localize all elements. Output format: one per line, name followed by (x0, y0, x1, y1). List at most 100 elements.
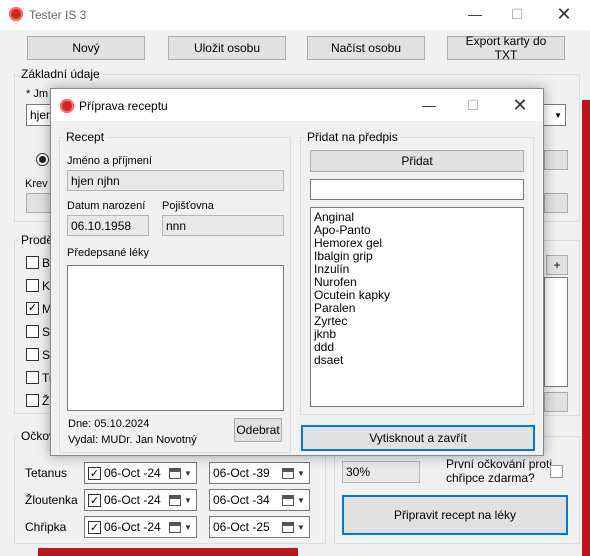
date-checkbox[interactable]: ✓ (88, 466, 101, 480)
calendar-icon (282, 467, 294, 479)
close-icon[interactable]: ✕ (553, 3, 575, 25)
vaccine-date-picker[interactable]: ✓ 06-Oct -24 ▼ (84, 462, 197, 484)
patient-name-field[interactable]: hjen njhn (67, 170, 284, 191)
calendar-icon (169, 521, 181, 533)
disease-checkbox[interactable] (26, 279, 39, 292)
prepare-recipe-button[interactable]: Připravit recept na léky (342, 495, 568, 535)
vaccine-next-date-value: 06-Oct -34 (213, 493, 270, 507)
birth-date-field[interactable]: 06.10.1958 (67, 215, 149, 236)
radio-button[interactable] (36, 153, 49, 166)
calendar-icon (282, 521, 294, 533)
disease-label: Ž (42, 394, 50, 408)
chevron-down-icon: ▼ (297, 495, 305, 505)
vaccine-date-value: 06-Oct -24 (104, 466, 161, 480)
list-item[interactable]: ddd (314, 340, 334, 354)
insurance-field[interactable]: nnn (162, 215, 284, 236)
print-close-button[interactable]: Vytisknout a zavřít (301, 425, 535, 451)
list-item[interactable]: Nurofen (314, 275, 357, 289)
vaccine-date-value: 06-Oct -24 (104, 520, 161, 534)
prescribed-drugs-list[interactable] (67, 265, 284, 411)
minimize-icon[interactable]: — (462, 4, 488, 24)
basic-info-group-title: Základní údaje (18, 67, 103, 81)
right-list[interactable] (544, 277, 568, 387)
right-button-3[interactable] (544, 392, 568, 412)
list-item[interactable]: jknb (314, 327, 336, 341)
add-drug-button[interactable]: Přidat (310, 150, 524, 172)
disease-checkbox[interactable] (26, 256, 39, 269)
chevron-down-icon: ▼ (297, 468, 305, 478)
vaccine-name: Žloutenka (25, 493, 78, 507)
calendar-icon (169, 467, 181, 479)
vaccine-date-picker[interactable]: ✓ 06-Oct -24 ▼ (84, 489, 197, 511)
list-item[interactable]: Inzulín (314, 262, 349, 276)
vaccine-date-picker[interactable]: ✓ 06-Oct -24 ▼ (84, 516, 197, 538)
chevron-down-icon: ▼ (184, 522, 192, 532)
disease-checkbox[interactable] (26, 348, 39, 361)
new-button[interactable]: Nový (27, 36, 145, 60)
main-window-title: Tester IS 3 (29, 8, 87, 22)
check-mark-icon: ✓ (89, 494, 100, 507)
bottom-accent-bar (38, 548, 298, 556)
maximize-icon[interactable]: ☐ (507, 4, 527, 24)
vaccine-name: Tetanus (25, 466, 68, 480)
dialog-minimize-icon[interactable]: — (417, 95, 441, 115)
date-checkbox[interactable]: ✓ (88, 493, 101, 507)
list-item[interactable]: Ocutein kapky (314, 288, 390, 302)
vaccine-next-date-value: 06-Oct -25 (213, 520, 270, 534)
dialog-app-icon (60, 99, 74, 113)
add-plus-button[interactable]: + (546, 255, 568, 275)
add-group-title: Přidat na předpis (304, 130, 401, 144)
right-button-2[interactable] (544, 193, 568, 213)
remove-drug-button[interactable]: Odebrat (234, 418, 282, 442)
disease-checkbox[interactable] (26, 371, 39, 384)
vaccine-next-date-picker[interactable]: 06-Oct -25 ▼ (209, 516, 310, 538)
list-item[interactable]: Anginal (314, 210, 354, 224)
calendar-icon (282, 494, 294, 506)
date-checkbox[interactable]: ✓ (88, 520, 101, 534)
check-mark-icon: ✓ (89, 467, 100, 480)
name-label: * Jm (26, 88, 48, 100)
export-card-button[interactable]: Export karty do TXT (447, 34, 565, 62)
blood-label: Krev (25, 178, 48, 190)
vaccine-next-date-picker[interactable]: 06-Oct -34 ▼ (209, 489, 310, 511)
vaccine-name: Chřipka (25, 520, 67, 534)
disease-checkbox[interactable]: ✓ (26, 302, 39, 315)
list-item[interactable]: Zyrtec (314, 314, 347, 328)
disease-label: K (42, 279, 51, 293)
dialog-close-icon[interactable]: ✕ (509, 94, 531, 116)
check-mark-icon: ✓ (89, 521, 100, 534)
load-person-button[interactable]: Načíst osobu (307, 36, 425, 60)
date-line: Dne: 05.10.2024 (68, 418, 150, 430)
dialog-title: Příprava receptu (79, 99, 168, 113)
doctor-line: Vydal: MUDr. Jan Novotný (68, 434, 197, 446)
vaccine-next-date-picker[interactable]: 06-Oct -39 ▼ (209, 462, 310, 484)
save-person-button[interactable]: Uložit osobu (168, 36, 286, 60)
vaccine-date-value: 06-Oct -24 (104, 493, 161, 507)
right-accent-bar (582, 100, 590, 556)
main-titlebar (0, 0, 590, 30)
recept-group-title: Recept (63, 130, 108, 144)
flu-free-checkbox[interactable] (550, 465, 563, 478)
insurance-label: Pojišťovna (162, 200, 214, 212)
discount-field[interactable]: 30% (342, 461, 420, 483)
calendar-icon (169, 494, 181, 506)
app-icon (9, 7, 23, 21)
drug-search-input[interactable] (310, 179, 524, 200)
list-item[interactable]: Paralen (314, 301, 355, 315)
flu-free-label: První očkování proti chřipce zdarma? (446, 457, 553, 485)
disease-checkbox[interactable] (26, 394, 39, 407)
list-item[interactable]: Apo-Panto (314, 223, 371, 237)
list-item[interactable]: Ibalgin grip (314, 249, 373, 263)
right-button-1[interactable] (544, 150, 568, 170)
drug-list[interactable]: Anginal Apo-Panto Hemorex gel Ibalgin gr… (310, 207, 524, 407)
birth-date-label: Datum narození (67, 200, 146, 212)
vaccine-next-date-value: 06-Oct -39 (213, 466, 270, 480)
disease-checkbox[interactable] (26, 325, 39, 338)
list-item[interactable]: dsaet (314, 353, 343, 367)
prescribed-drugs-label: Předepsané léky (67, 247, 149, 259)
check-mark-icon: ✓ (27, 302, 38, 314)
chevron-down-icon: ▼ (184, 495, 192, 505)
list-item[interactable]: Hemorex gel (314, 236, 382, 250)
dialog-maximize-icon[interactable]: ☐ (463, 95, 483, 115)
patient-name-label: Jméno a příjmení (67, 155, 152, 167)
